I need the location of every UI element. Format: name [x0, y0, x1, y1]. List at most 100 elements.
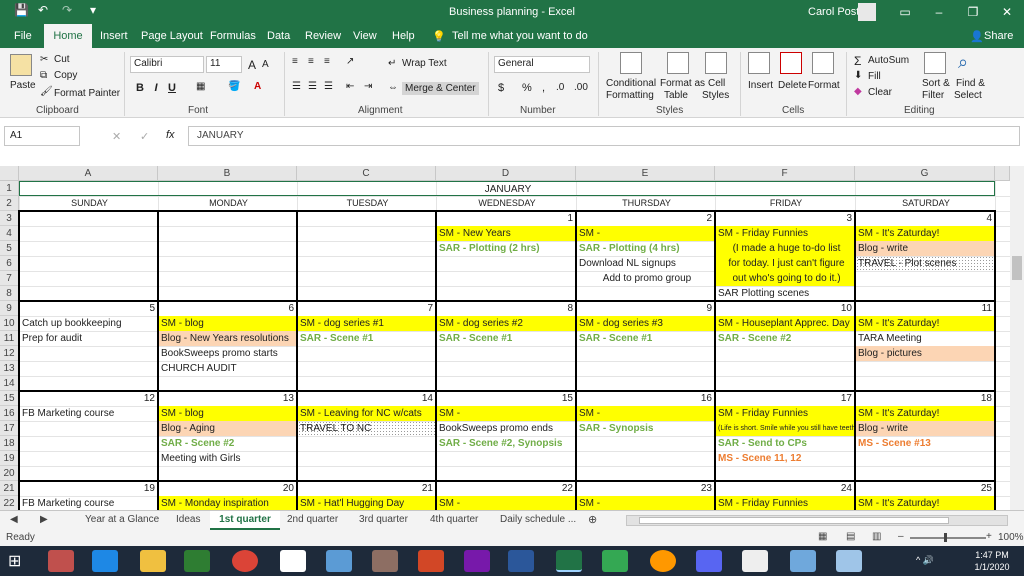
zoom-in-icon[interactable]: + — [986, 531, 992, 542]
row-header[interactable]: 11 — [0, 331, 19, 346]
date-number[interactable]: 17 — [715, 391, 855, 406]
format-as-table-button[interactable]: Format as — [660, 78, 705, 89]
cancel-icon[interactable]: ✕ — [112, 130, 121, 143]
app-icon[interactable] — [326, 550, 352, 572]
date-number[interactable]: 7 — [297, 301, 436, 316]
onenote-icon[interactable] — [464, 550, 490, 572]
date-number[interactable]: 3 — [715, 211, 855, 226]
date-number[interactable]: 13 — [158, 391, 297, 406]
scroll-thumb[interactable] — [1012, 256, 1022, 280]
italic-button[interactable]: I — [150, 82, 162, 94]
internet-explorer-icon[interactable] — [92, 550, 118, 572]
date-number[interactable]: 6 — [158, 301, 297, 316]
font-color-icon[interactable]: A — [254, 81, 261, 92]
cut-button[interactable]: Cut — [54, 54, 70, 65]
row-header[interactable]: 1 — [0, 181, 19, 196]
calendar-entry[interactable]: SM - Friday Funnies — [716, 226, 855, 241]
select-all-corner[interactable] — [0, 166, 19, 181]
comma-button[interactable]: , — [542, 82, 545, 94]
date-number[interactable]: 21 — [297, 481, 436, 496]
row-header[interactable]: 22 — [0, 496, 19, 510]
fill-button[interactable]: Fill — [868, 71, 881, 82]
app-icon[interactable] — [836, 550, 862, 572]
calendar-entry[interactable]: SM - dog series #2 — [437, 316, 576, 331]
merge-center-button[interactable]: Merge & Center — [402, 82, 479, 95]
date-number[interactable]: 10 — [715, 301, 855, 316]
sheet-tab-daily[interactable]: Daily schedule ... — [500, 514, 576, 525]
delete-cells-icon[interactable] — [780, 52, 802, 74]
calendar-entry[interactable]: SM - It's Zaturday! — [856, 496, 995, 510]
column-header-e[interactable]: E — [576, 166, 715, 181]
calendar-entry[interactable]: out who's going to do it.) — [716, 271, 855, 286]
page-layout-view-icon[interactable]: ▤ — [846, 531, 855, 542]
date-number[interactable]: 1 — [436, 211, 576, 226]
tab-view[interactable]: View — [353, 30, 377, 42]
date-number[interactable]: 8 — [436, 301, 576, 316]
align-center-icon[interactable]: ☰ — [308, 81, 317, 92]
day-header-thursday[interactable]: THURSDAY — [576, 196, 715, 211]
calendar-entry[interactable]: SAR - Plotting (4 hrs) — [577, 241, 715, 256]
windows-start-icon[interactable]: ⊞ — [8, 551, 21, 571]
calendar-entry[interactable]: SAR - Synopsis — [577, 421, 715, 436]
insert-function-icon[interactable]: fx — [166, 129, 175, 141]
date-number[interactable]: 9 — [576, 301, 715, 316]
conditional-formatting-button[interactable]: Conditional — [606, 78, 656, 89]
date-number[interactable]: 14 — [297, 391, 436, 406]
row-header[interactable]: 13 — [0, 361, 19, 376]
sheet-tab-4th-quarter[interactable]: 4th quarter — [430, 514, 478, 525]
row-header[interactable]: 16 — [0, 406, 19, 421]
find-select-icon[interactable]: ⌕ — [958, 52, 968, 73]
paste-button[interactable]: Paste — [10, 80, 36, 91]
date-number[interactable]: 11 — [855, 301, 995, 316]
calendar-entry[interactable]: TRAVEL - Plot scenes — [856, 256, 995, 271]
date-number[interactable]: 2 — [576, 211, 715, 226]
discord-icon[interactable] — [696, 550, 722, 572]
align-right-icon[interactable]: ☰ — [324, 81, 333, 92]
share-button[interactable]: Share — [984, 30, 1013, 42]
date-number[interactable]: 18 — [855, 391, 995, 406]
sort-filter-button[interactable]: Sort & — [922, 78, 950, 89]
tab-formulas[interactable]: Formulas — [210, 30, 256, 42]
autosum-button[interactable]: AutoSum — [868, 55, 909, 66]
calendar-entry[interactable]: (Life is short. Smile while you still ha… — [716, 421, 855, 436]
calendar-entry[interactable]: Meeting with Girls — [159, 451, 297, 466]
calendar-entry[interactable]: SAR - Send to CPs — [716, 436, 855, 451]
calendar-entry[interactable]: SAR - Scene #1 — [298, 331, 436, 346]
enter-icon[interactable]: ✓ — [140, 130, 149, 143]
row-header[interactable]: 3 — [0, 211, 19, 226]
calendar-entry[interactable]: Blog - pictures — [856, 346, 995, 361]
row-header[interactable]: 15 — [0, 391, 19, 406]
wrap-text-icon[interactable]: ↵ — [388, 58, 396, 69]
app-icon[interactable] — [372, 550, 398, 572]
fill-icon[interactable]: ⬇ — [854, 70, 862, 81]
date-number[interactable]: 19 — [19, 481, 158, 496]
date-number[interactable]: 12 — [19, 391, 158, 406]
system-clock[interactable]: 1:47 PM 1/1/2020 — [968, 549, 1016, 573]
date-number[interactable]: 15 — [436, 391, 576, 406]
google-drive-icon[interactable] — [602, 550, 628, 572]
avatar[interactable] — [858, 3, 876, 21]
calendar-entry[interactable]: BookSweeps promo starts — [159, 346, 297, 361]
calendar-entry[interactable]: SM - It's Zaturday! — [856, 226, 995, 241]
column-header-a[interactable]: A — [19, 166, 158, 181]
increase-font-icon[interactable]: A — [248, 58, 256, 72]
underline-button[interactable]: U — [166, 82, 178, 94]
format-painter-button[interactable]: Format Painter — [54, 88, 120, 99]
calendar-entry[interactable]: SM - Friday Funnies — [716, 496, 855, 510]
date-number[interactable]: 25 — [855, 481, 995, 496]
date-number[interactable]: 20 — [158, 481, 297, 496]
calendar-entry[interactable]: MS - Scene 11, 12 — [716, 451, 855, 466]
calendar-entry[interactable]: SM - blog — [159, 316, 297, 331]
row-header[interactable]: 12 — [0, 346, 19, 361]
format-cells-icon[interactable] — [812, 52, 834, 74]
calendar-entry[interactable]: SM - It's Zaturday! — [856, 316, 995, 331]
zoom-slider-handle[interactable] — [944, 533, 947, 542]
day-header-saturday[interactable]: SATURDAY — [855, 196, 995, 211]
sheet-tab-1st-quarter[interactable]: 1st quarter — [210, 511, 280, 530]
calendar-entry[interactable]: TRAVEL TO NC — [298, 421, 436, 436]
day-header-monday[interactable]: MONDAY — [158, 196, 297, 211]
amazon-icon[interactable] — [280, 550, 306, 572]
calendar-entry[interactable]: CHURCH AUDIT — [159, 361, 297, 376]
ribbon-display-options-icon[interactable]: ▭ — [888, 0, 922, 24]
horizontal-scrollbar[interactable] — [626, 515, 1008, 526]
